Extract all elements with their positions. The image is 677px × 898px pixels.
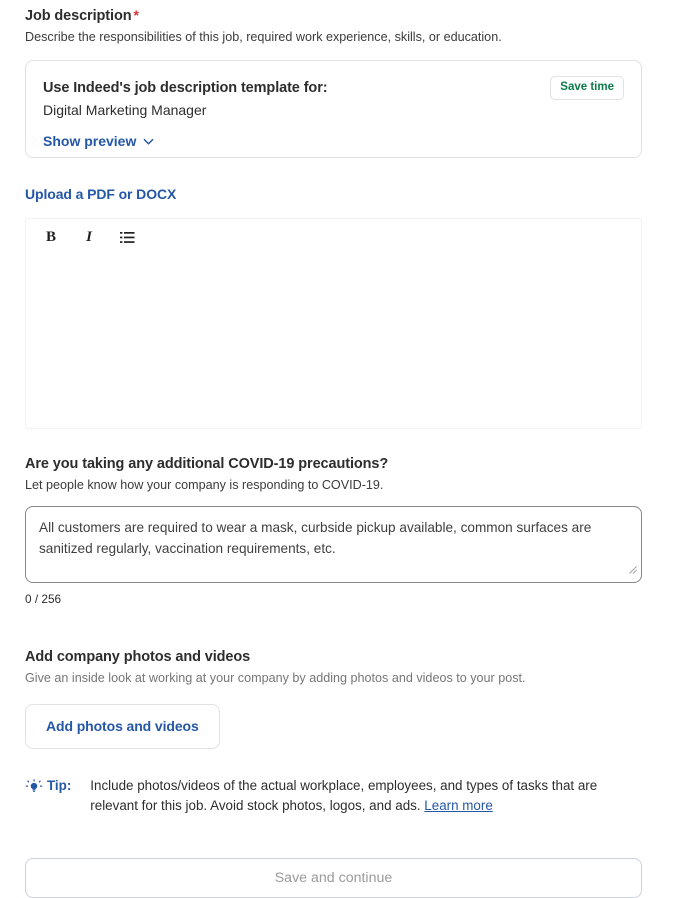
job-description-form-page: Job description * Describe the responsibi…: [0, 0, 677, 898]
editor-toolbar: B I: [26, 219, 641, 247]
show-preview-label: Show preview: [43, 133, 137, 149]
lightbulb-icon: [25, 778, 43, 796]
save-and-continue-button[interactable]: Save and continue: [25, 858, 642, 898]
tip-callout: Tip: Include photos/videos of the actual…: [25, 776, 641, 816]
job-description-editor[interactable]: B I: [25, 218, 642, 429]
chevron-down-icon: [143, 136, 154, 147]
tip-text-wrapper: Include photos/videos of the actual work…: [90, 776, 638, 816]
bold-icon[interactable]: B: [40, 228, 62, 248]
upload-pdf-docx-link[interactable]: Upload a PDF or DOCX: [25, 186, 176, 202]
job-description-label: Job description: [25, 8, 132, 24]
job-description-section: Job description * Describe the responsibi…: [25, 6, 641, 46]
save-time-badge: Save time: [550, 76, 624, 100]
covid-precautions-input[interactable]: [25, 506, 642, 583]
covid-precautions-section: Are you taking any additional COVID-19 p…: [25, 455, 642, 606]
tip-text: Include photos/videos of the actual work…: [90, 778, 598, 813]
template-card-heading: Use Indeed's job description template fo…: [43, 80, 328, 96]
learn-more-link[interactable]: Learn more: [424, 798, 492, 813]
photos-title: Add company photos and videos: [25, 649, 251, 665]
company-media-section: Add company photos and videos Give an in…: [25, 648, 641, 749]
covid-subtitle: Let people know how your company is resp…: [25, 478, 384, 492]
job-description-subtitle: Describe the responsibilities of this jo…: [25, 30, 502, 44]
add-photos-and-videos-button[interactable]: Add photos and videos: [25, 704, 220, 749]
bulleted-list-icon[interactable]: [116, 228, 138, 248]
job-description-textbox[interactable]: [26, 257, 641, 428]
photos-subtitle: Give an inside look at working at your c…: [25, 671, 526, 685]
template-card-role: Digital Marketing Manager: [43, 102, 207, 118]
page-title: Job description *: [25, 6, 641, 26]
italic-icon[interactable]: I: [78, 228, 100, 248]
required-asterisk: *: [133, 7, 139, 23]
show-preview-toggle[interactable]: Show preview: [43, 133, 154, 149]
job-description-template-card: Use Indeed's job description template fo…: [25, 60, 642, 158]
tip-label: Tip:: [47, 778, 72, 793]
character-counter: 0 / 256: [25, 592, 62, 606]
covid-title: Are you taking any additional COVID-19 p…: [25, 456, 389, 472]
